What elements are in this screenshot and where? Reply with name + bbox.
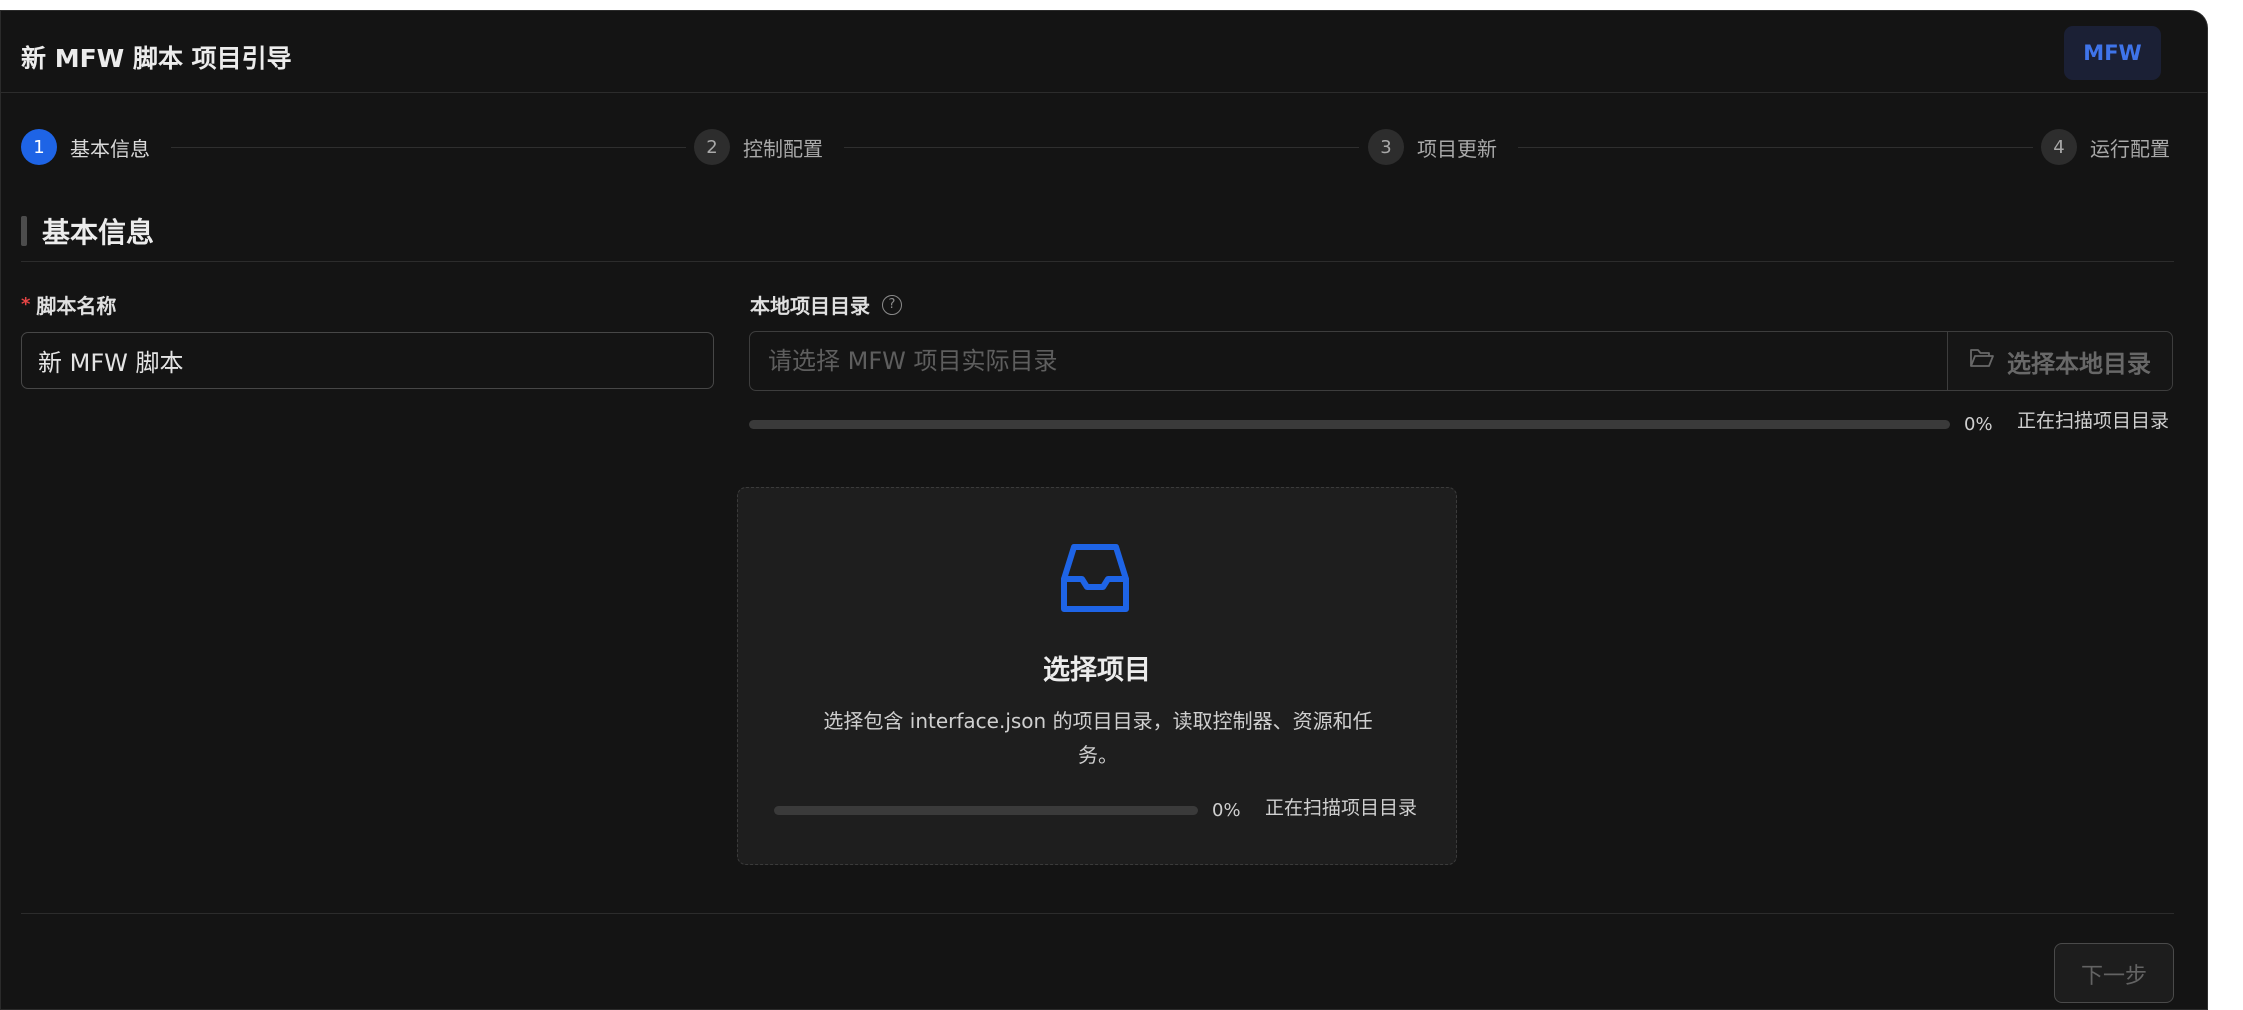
step-number: 3: [1368, 129, 1404, 165]
stepper: 1 基本信息 2 控制配置 3 项目更新 4 运行配置: [21, 128, 2174, 168]
step-control-config[interactable]: 2 控制配置: [694, 128, 823, 166]
select-project-card[interactable]: 选择项目 选择包含 interface.json 的项目目录，读取控制器、资源和…: [737, 487, 1457, 865]
step-connector: [171, 147, 686, 148]
step-label: 控制配置: [743, 136, 823, 161]
divider: [21, 261, 2174, 262]
step-number: 1: [21, 129, 57, 165]
section-accent-bar: [21, 216, 27, 246]
local-dir-field: 选择本地目录: [749, 331, 2173, 391]
step-basic-info[interactable]: 1 基本信息: [21, 128, 150, 166]
card-title: 选择项目: [1043, 655, 1151, 686]
card-description: 选择包含 interface.json 的项目目录，读取控制器、资源和任务。: [823, 709, 1373, 767]
section-title: 基本信息: [42, 216, 155, 249]
progress-track: [774, 806, 1198, 815]
progress-percent: 0%: [1964, 414, 1993, 435]
select-local-dir-button[interactable]: 选择本地目录: [1947, 332, 2172, 390]
section-heading: 基本信息: [21, 211, 154, 251]
local-dir-label: 本地项目目录 ?: [750, 290, 902, 319]
dir-scan-progress: 0%: [749, 414, 1993, 435]
step-label: 基本信息: [70, 136, 150, 161]
project-guide-dialog: 新 MFW 脚本 项目引导 MFW 1 基本信息 2 控制配置 3 项目更新 4…: [0, 10, 2208, 1010]
step-connector: [1518, 147, 2033, 148]
step-run-config[interactable]: 4 运行配置: [2041, 128, 2170, 166]
step-label: 项目更新: [1417, 136, 1497, 161]
progress-percent: 0%: [1212, 800, 1241, 821]
next-step-button[interactable]: 下一步: [2054, 943, 2174, 1003]
step-project-update[interactable]: 3 项目更新: [1368, 128, 1497, 166]
card-scan-progress: 0%: [774, 800, 1241, 821]
local-dir-input[interactable]: [750, 332, 1947, 390]
help-icon[interactable]: ?: [882, 294, 902, 315]
dialog-title: 新 MFW 脚本 项目引导: [21, 44, 292, 73]
script-name-label: * 脚本名称: [21, 290, 116, 319]
card-scan-status: 正在扫描项目目录: [1265, 797, 1418, 819]
step-number: 4: [2041, 129, 2077, 165]
script-name-input[interactable]: [21, 332, 714, 389]
progress-track: [749, 420, 1950, 429]
required-mark: *: [21, 294, 31, 315]
button-label: 选择本地目录: [2007, 349, 2151, 378]
folder-open-icon: [1969, 347, 1995, 375]
inbox-icon: [1058, 541, 1132, 615]
footer-divider: [21, 913, 2174, 914]
label-text: 脚本名称: [36, 294, 117, 318]
step-label: 运行配置: [2090, 136, 2170, 161]
mfw-badge[interactable]: MFW: [2064, 26, 2161, 80]
label-text: 本地项目目录: [750, 294, 870, 318]
step-number: 2: [694, 129, 730, 165]
dialog-header: 新 MFW 脚本 项目引导 MFW: [1, 11, 2207, 93]
step-connector: [844, 147, 1359, 148]
dir-scan-status: 正在扫描项目目录: [2017, 410, 2170, 432]
